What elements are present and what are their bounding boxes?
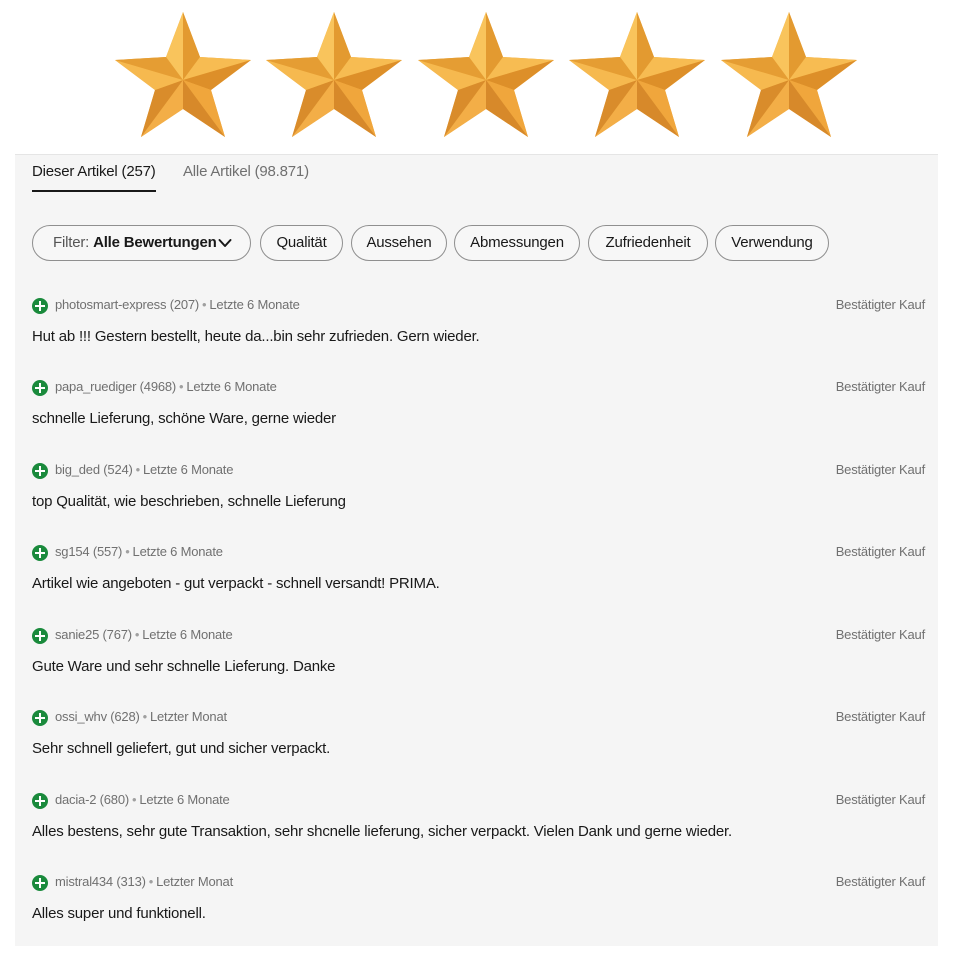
review-time: Letzte 6 Monate <box>142 627 233 642</box>
review-comment: top Qualität, wie beschrieben, schnelle … <box>32 493 346 510</box>
reviewer-name[interactable]: dacia-2 (680) <box>55 792 129 807</box>
verified-purchase-label: Bestätigter Kauf <box>835 709 926 724</box>
star-icon <box>112 10 254 138</box>
review-meta: papa_ruediger (4968) • Letzte 6 Monate <box>55 379 277 394</box>
review-meta: sanie25 (767) • Letzte 6 Monate <box>55 627 233 642</box>
positive-rating-icon <box>32 380 48 396</box>
chip-verwendung[interactable]: Verwendung <box>715 225 829 261</box>
verified-purchase-label: Bestätigter Kauf <box>835 874 926 889</box>
tab-this-item[interactable]: Dieser Artikel (257) <box>32 163 156 192</box>
review-item: big_ded (524) • Letzte 6 Monate Bestätigte… <box>32 457 925 527</box>
review-time: Letzter Monat <box>156 874 233 889</box>
star-icon <box>718 10 860 138</box>
chevron-down-icon <box>218 239 232 247</box>
positive-rating-icon <box>32 545 48 561</box>
verified-purchase-label: Bestätigter Kauf <box>835 792 926 807</box>
reviewer-name[interactable]: sg154 (557) <box>55 544 122 559</box>
review-comment: Hut ab !!! Gestern bestellt, heute da...… <box>32 328 480 345</box>
review-meta: ossi_whv (628) • Letzter Monat <box>55 709 227 724</box>
review-comment: schnelle Lieferung, schöne Ware, gerne w… <box>32 410 336 427</box>
chip-aussehen[interactable]: Aussehen <box>351 225 447 261</box>
positive-rating-icon <box>32 710 48 726</box>
review-comment: Alles super und funktionell. <box>32 905 206 922</box>
filter-dropdown[interactable]: Filter: Alle Bewertungen <box>32 225 251 261</box>
review-item: ossi_whv (628) • Letzter Monat Bestätigter… <box>32 704 925 774</box>
verified-purchase-label: Bestätigter Kauf <box>835 627 926 642</box>
review-meta: sg154 (557) • Letzte 6 Monate <box>55 544 223 559</box>
review-time: Letzte 6 Monate <box>132 544 223 559</box>
filter-prefix: Filter: <box>53 234 94 251</box>
review-item: dacia-2 (680) • Letzte 6 Monate Bestätigte… <box>32 787 925 857</box>
review-time: Letzte 6 Monate <box>143 462 234 477</box>
verified-purchase-label: Bestätigter Kauf <box>835 544 926 559</box>
verified-purchase-label: Bestätigter Kauf <box>835 379 926 394</box>
review-item: sg154 (557) • Letzte 6 Monate Bestätigter … <box>32 539 925 609</box>
chip-qualitaet[interactable]: Qualität <box>260 225 343 261</box>
star-rating <box>112 10 872 138</box>
feedback-panel: Dieser Artikel (257) Alle Artikel (98.87… <box>15 154 938 946</box>
review-item: photosmart-express (207) • Letzte 6 Monate… <box>32 292 925 362</box>
star-icon <box>263 10 405 138</box>
reviewer-name[interactable]: big_ded (524) <box>55 462 133 477</box>
verified-purchase-label: Bestätigter Kauf <box>835 297 926 312</box>
reviewer-name[interactable]: ossi_whv (628) <box>55 709 140 724</box>
review-comment: Sehr schnell geliefert, gut und sicher v… <box>32 740 331 757</box>
reviewer-name[interactable]: mistral434 (313) <box>55 874 146 889</box>
review-item: mistral434 (313) • Letzter Monat Bestätigt… <box>32 869 925 939</box>
review-item: papa_ruediger (4968) • Letzte 6 Monate Bes… <box>32 374 925 444</box>
verified-purchase-label: Bestätigter Kauf <box>835 462 926 477</box>
chip-zufriedenheit[interactable]: Zufriedenheit <box>588 225 708 261</box>
review-time: Letzte 6 Monate <box>186 379 277 394</box>
review-time: Letzte 6 Monate <box>209 297 300 312</box>
review-time: Letzter Monat <box>150 709 227 724</box>
positive-rating-icon <box>32 793 48 809</box>
filter-value: Alle Bewertungen <box>93 234 217 251</box>
review-time: Letzte 6 Monate <box>139 792 230 807</box>
review-comment: Gute Ware und sehr schnelle Lieferung. D… <box>32 658 336 675</box>
review-comment: Artikel wie angeboten - gut verpackt - s… <box>32 575 440 592</box>
review-meta: big_ded (524) • Letzte 6 Monate <box>55 462 234 477</box>
reviewer-name[interactable]: photosmart-express (207) <box>55 297 199 312</box>
positive-rating-icon <box>32 298 48 314</box>
review-item: sanie25 (767) • Letzte 6 Monate Bestätigte… <box>32 622 925 692</box>
chip-abmessungen[interactable]: Abmessungen <box>454 225 580 261</box>
review-comment: Alles bestens, sehr gute Transaktion, se… <box>32 823 732 840</box>
review-meta: photosmart-express (207) • Letzte 6 Monate <box>55 297 300 312</box>
review-meta: dacia-2 (680) • Letzte 6 Monate <box>55 792 230 807</box>
star-icon <box>566 10 708 138</box>
positive-rating-icon <box>32 875 48 891</box>
reviewer-name[interactable]: papa_ruediger (4968) <box>55 379 176 394</box>
positive-rating-icon <box>32 628 48 644</box>
star-icon <box>415 10 557 138</box>
positive-rating-icon <box>32 463 48 479</box>
reviewer-name[interactable]: sanie25 (767) <box>55 627 132 642</box>
review-meta: mistral434 (313) • Letzter Monat <box>55 874 233 889</box>
tab-all-items[interactable]: Alle Artikel (98.871) <box>183 163 309 180</box>
